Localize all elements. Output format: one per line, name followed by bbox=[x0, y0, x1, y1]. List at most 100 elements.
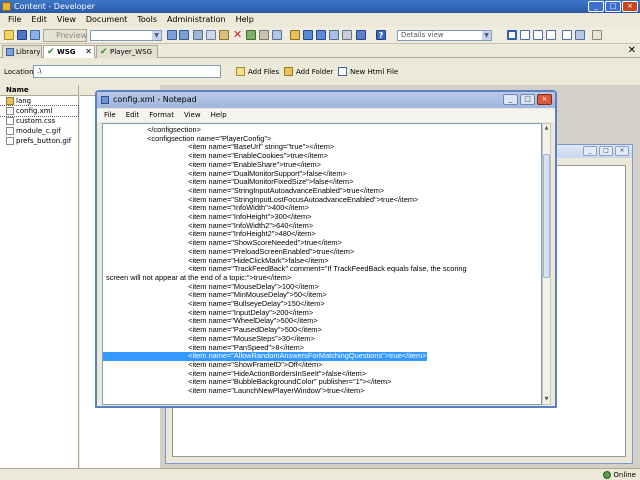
notepad-menu-view[interactable]: View bbox=[179, 109, 206, 122]
text-line-content: <item name="DualMonitorFixedSize">false<… bbox=[106, 177, 354, 187]
notepad-menu-help[interactable]: Help bbox=[206, 109, 232, 122]
text-line-content: <configsection name="PlayerConfig"> bbox=[106, 133, 272, 143]
menu-tools[interactable]: Tools bbox=[132, 13, 162, 27]
menu-document[interactable]: Document bbox=[81, 13, 132, 27]
file-item-custom-css[interactable]: custom.css bbox=[0, 116, 78, 126]
settings-icon[interactable] bbox=[356, 30, 366, 40]
new-html-file-button[interactable]: New Html File bbox=[338, 66, 398, 78]
close-tab-icon[interactable]: ✕ bbox=[85, 46, 92, 58]
layout-split-icon[interactable] bbox=[520, 30, 530, 40]
undo-icon[interactable] bbox=[167, 30, 177, 40]
layout-details-icon[interactable] bbox=[507, 30, 517, 40]
notepad-menu-file[interactable]: File bbox=[99, 109, 121, 122]
file-item-module-gif[interactable]: module_c.gif bbox=[0, 126, 78, 136]
file-name: config.xml bbox=[16, 107, 53, 115]
text-line-content: <item name="MinMouseDelay">50</item> bbox=[106, 290, 327, 300]
main-title-bar: Content - Developer _ □ × bbox=[0, 0, 640, 13]
scroll-up-icon[interactable]: ▲ bbox=[543, 124, 550, 133]
file-icon bbox=[6, 107, 14, 115]
text-line-content: <item name="ShowScoreNeeded">true</item> bbox=[106, 238, 342, 248]
view-mode-combo[interactable]: Details view ▼ bbox=[397, 30, 492, 41]
name-column-header[interactable]: Name bbox=[0, 85, 78, 96]
notepad-menu-format[interactable]: Format bbox=[144, 109, 179, 122]
tab-label: WSG bbox=[57, 48, 76, 56]
close-panel-icon[interactable]: ✕ bbox=[628, 44, 636, 58]
find-icon[interactable] bbox=[272, 30, 282, 40]
open-icon[interactable] bbox=[4, 30, 14, 40]
text-line-content: <item name="InfoWidth2">640</item> bbox=[106, 220, 314, 230]
publish-target-combo[interactable]: ▼ bbox=[90, 30, 162, 41]
notepad-menu-edit[interactable]: Edit bbox=[121, 109, 145, 122]
add-files-button[interactable]: Add Files bbox=[236, 66, 279, 78]
menu-administration[interactable]: Administration bbox=[162, 13, 231, 27]
close-button[interactable]: × bbox=[537, 94, 552, 105]
notepad-window[interactable]: config.xml - Notepad _ □ × File Edit For… bbox=[95, 90, 557, 408]
copy-icon[interactable] bbox=[206, 30, 216, 40]
scroll-down-icon[interactable]: ▼ bbox=[543, 395, 550, 404]
tab-player-wsg[interactable]: ✔ Player_WSG bbox=[96, 45, 158, 58]
check-out-icon[interactable] bbox=[316, 30, 326, 40]
menu-view[interactable]: View bbox=[52, 13, 81, 27]
menu-edit[interactable]: Edit bbox=[26, 13, 52, 27]
text-line-content: <item name="InfoHeight2">480</item> bbox=[106, 229, 316, 239]
text-line-content: <item name="TrackFeedBack" comment="If T… bbox=[106, 264, 467, 274]
text-line-content: <item name="BubbleBackgroundColor" publi… bbox=[106, 377, 392, 387]
print-icon[interactable] bbox=[259, 30, 269, 40]
maximize-button[interactable]: □ bbox=[520, 94, 535, 105]
layout-panel-icon[interactable] bbox=[562, 30, 572, 40]
layout-vertical-icon[interactable] bbox=[533, 30, 543, 40]
maximize-button[interactable]: □ bbox=[599, 146, 613, 156]
tab-label: Library bbox=[16, 48, 41, 56]
notepad-text-area[interactable]: </configsection> <configsection name="Pl… bbox=[102, 123, 542, 405]
minimize-button[interactable]: _ bbox=[503, 94, 518, 105]
preview-button[interactable]: Preview bbox=[43, 29, 87, 42]
add-folder-button[interactable]: Add Folder bbox=[284, 66, 333, 78]
preview-label: Preview bbox=[56, 31, 88, 40]
checkmark-icon: ✔ bbox=[47, 47, 55, 57]
view-mode-value: Details view bbox=[401, 31, 444, 39]
save-all-icon[interactable] bbox=[30, 30, 40, 40]
tab-wsg[interactable]: ✔ WSG ✕ bbox=[43, 45, 95, 58]
notepad-icon bbox=[101, 96, 109, 104]
file-item-lang[interactable]: lang bbox=[0, 96, 78, 106]
minimize-button[interactable]: _ bbox=[583, 146, 597, 156]
minimize-button[interactable]: _ bbox=[588, 1, 604, 12]
save-icon[interactable] bbox=[17, 30, 27, 40]
filter-icon[interactable] bbox=[342, 30, 352, 40]
file-item-prefs-gif[interactable]: prefs_button.gif bbox=[0, 136, 78, 146]
help-icon[interactable]: ? bbox=[376, 30, 386, 40]
refresh-icon[interactable] bbox=[329, 30, 339, 40]
notepad-title-bar[interactable]: config.xml - Notepad _ □ × bbox=[97, 92, 555, 108]
tab-library[interactable]: Library bbox=[2, 45, 42, 58]
paste-icon[interactable] bbox=[219, 30, 229, 40]
text-line-content: screen will not appear at the end of a t… bbox=[106, 272, 292, 282]
menu-help[interactable]: Help bbox=[231, 13, 259, 27]
redo-icon[interactable] bbox=[179, 30, 189, 40]
menu-file[interactable]: File bbox=[3, 13, 26, 27]
vertical-scrollbar[interactable]: ▲ ▼ bbox=[542, 123, 551, 405]
window-title: Content - Developer bbox=[14, 2, 95, 11]
properties-icon[interactable] bbox=[246, 30, 256, 40]
text-line-content: <item name="BullseyeDelay">150</item> bbox=[106, 299, 325, 309]
check-in-icon[interactable] bbox=[303, 30, 313, 40]
image-file-icon bbox=[6, 127, 14, 135]
layout-horizontal-icon[interactable] bbox=[546, 30, 556, 40]
text-line-content: <item name="PausedDelay">500</item> bbox=[106, 325, 322, 335]
location-input[interactable]: .\ bbox=[33, 65, 221, 78]
scroll-thumb[interactable] bbox=[543, 154, 550, 278]
close-button[interactable]: × bbox=[615, 146, 629, 156]
file-item-config[interactable]: config.xml bbox=[0, 105, 79, 117]
online-status: Online bbox=[603, 469, 636, 480]
text-line-content: <item name="DualMonitorSupport">false</i… bbox=[106, 168, 347, 178]
close-button[interactable]: × bbox=[622, 1, 638, 12]
text-line: <item name="LaunchNewPlayerWindow">true<… bbox=[103, 386, 541, 396]
file-list-panel: Name lang config.xml custom.css module_c… bbox=[0, 85, 79, 468]
text-line-content: <item name="HideActionBordersInSeeIt">fa… bbox=[106, 368, 367, 378]
delete-icon[interactable]: ✕ bbox=[233, 29, 243, 40]
cut-icon[interactable] bbox=[193, 30, 203, 40]
maximize-button[interactable]: □ bbox=[605, 1, 621, 12]
lock-icon[interactable] bbox=[290, 30, 300, 40]
window-controls: _ □ × bbox=[588, 1, 638, 12]
toolbar-options-icon[interactable] bbox=[592, 30, 602, 40]
expand-icon[interactable] bbox=[575, 30, 585, 40]
